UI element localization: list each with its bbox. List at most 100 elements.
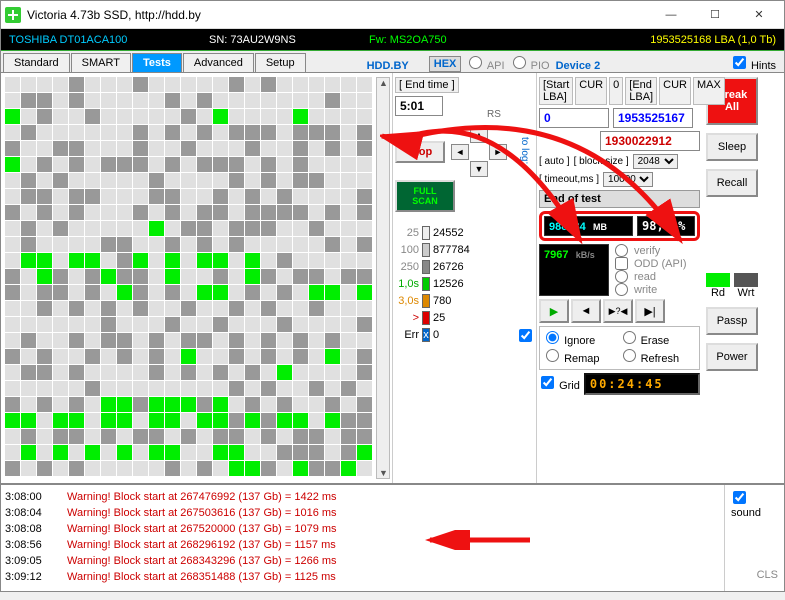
grid-cell [341,445,356,460]
tab-setup[interactable]: Setup [255,53,306,72]
grid-cell [117,269,132,284]
grid-cell [133,269,148,284]
grid-cell [309,189,324,204]
maximize-button[interactable]: ☐ [694,3,736,27]
grid-cell [69,461,84,476]
api-radio[interactable]: API [467,56,504,72]
grid-cell [293,173,308,188]
grid-cell [325,221,340,236]
hints-checkbox[interactable]: Hints [731,56,776,72]
grid-cell [309,333,324,348]
odd-checkbox[interactable] [615,257,628,270]
grid-cell [149,461,164,476]
grid-cell [261,205,276,220]
read-radio[interactable] [615,270,628,283]
endlba-input[interactable] [613,108,693,128]
tab-tests[interactable]: Tests [132,53,182,72]
blocksize-select[interactable]: 2048 [633,154,678,169]
grid-cell [341,109,356,124]
dpad-up[interactable]: ▲ [470,127,488,143]
grid-cell [69,333,84,348]
fullscan-button[interactable]: FULL SCAN [395,180,455,212]
minimize-button[interactable]: — [650,3,692,27]
tab-standard[interactable]: Standard [3,53,70,72]
grid-cell [69,173,84,188]
grid-cell [357,365,372,380]
grid-cell [149,189,164,204]
play-button[interactable]: ▶ [539,299,569,323]
grid-checkbox[interactable]: Grid [539,376,580,392]
device-selector[interactable]: Device 2 [556,60,601,72]
pio-radio[interactable]: PIO [511,56,550,72]
hex-button[interactable]: HEX [429,56,462,72]
grid-cell [229,269,244,284]
refresh-radio[interactable]: Refresh [621,349,696,365]
grid-cell [117,205,132,220]
startlba-input[interactable] [539,108,609,128]
power-button[interactable]: Power [706,343,758,371]
rewind-button[interactable]: ◄ [571,299,601,323]
remap-radio[interactable]: Remap [544,349,619,365]
grid-cell [357,205,372,220]
grid-cell [181,285,196,300]
grid-cell [245,157,260,172]
grid-cell [213,157,228,172]
sound-checkbox[interactable]: sound [731,495,761,519]
grid-cell [261,333,276,348]
grid-cell [293,93,308,108]
cls-button[interactable]: CLS [731,569,778,581]
grid-cell [245,445,260,460]
ignore-radio[interactable]: Ignore [544,331,619,347]
grid-cell [197,189,212,204]
random-button[interactable]: ▶?◀ [603,299,633,323]
grid-cell [21,429,36,444]
grid-cell [197,269,212,284]
hddby-link[interactable]: HDD.BY [367,60,409,72]
grid-cell [53,253,68,268]
endtime-input[interactable] [395,96,443,116]
skipend-button[interactable]: ▶| [635,299,665,323]
grid-cell [85,221,100,236]
grid-cell [165,285,180,300]
recall-button[interactable]: Recall [706,169,758,197]
grid-scrollbar[interactable] [376,77,390,479]
dpad-left[interactable]: ◄ [451,144,469,160]
tab-smart[interactable]: SMART [71,53,131,72]
grid-cell [197,205,212,220]
grid-cell [229,253,244,268]
grid-cell [37,349,52,364]
endoftest-dropdown[interactable]: End of test [539,190,700,208]
grid-cell [309,413,324,428]
verify-radio[interactable] [615,244,628,257]
grid-cell [21,205,36,220]
passp-button[interactable]: Passp [706,307,758,335]
tab-advanced[interactable]: Advanced [183,53,254,72]
grid-cell [309,125,324,140]
grid-cell [357,413,372,428]
dpad-down[interactable]: ▼ [470,161,488,177]
grid-cell [133,349,148,364]
grid-cell [293,109,308,124]
timeout-select[interactable]: 10000 [603,172,653,187]
grid-cell [149,173,164,188]
grid-cell [197,445,212,460]
sleep-button[interactable]: Sleep [706,133,758,161]
grid-cell [117,141,132,156]
write-radio[interactable] [615,283,628,296]
grid-cell [101,157,116,172]
grid-cell [69,429,84,444]
grid-cell [293,189,308,204]
err-checkbox[interactable] [519,329,532,342]
grid-cell [117,125,132,140]
grid-cell [5,461,20,476]
grid-cell [149,429,164,444]
grid-cell [37,429,52,444]
grid-cell [341,205,356,220]
grid-cell [197,173,212,188]
dpad-right[interactable]: ► [489,144,507,160]
drive-info-bar: TOSHIBA DT01ACA100 SN: 73AU2W9NS Fw: MS2… [1,29,784,51]
stop-button[interactable]: Stop [395,141,445,163]
erase-radio[interactable]: Erase [621,331,696,347]
grid-cell [5,413,20,428]
close-button[interactable]: ✕ [738,3,780,27]
